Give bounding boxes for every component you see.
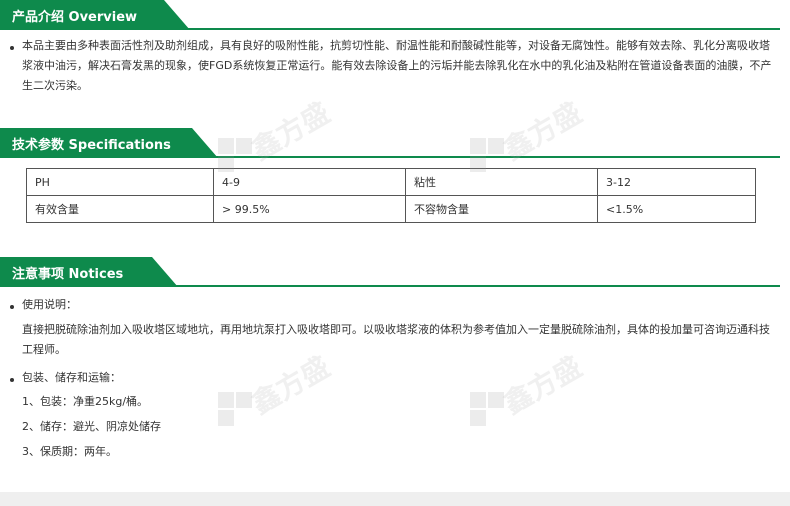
- spec-value: > 99.5%: [213, 195, 406, 223]
- specifications-table: PH 4-9 粘性 3-12 有效含量 > 99.5% 不容物含量 <1.5%: [26, 168, 756, 223]
- spec-label: 有效含量: [26, 195, 214, 223]
- spec-label: 不容物含量: [405, 195, 598, 223]
- notices-title: 注意事项 Notices: [12, 267, 124, 282]
- overview-title: 产品介绍 Overview: [12, 10, 138, 25]
- table-row: 有效含量 > 99.5% 不容物含量 <1.5%: [26, 195, 756, 223]
- specifications-header: 技术参数 Specifications: [0, 128, 780, 158]
- bullet-icon: [10, 378, 14, 382]
- storage-item: 2、储存：避光、阴凉处储存: [22, 420, 161, 433]
- bullet-icon: [10, 305, 14, 309]
- overview-header: 产品介绍 Overview: [0, 0, 780, 30]
- bullet-icon: [10, 46, 14, 50]
- overview-text: 本品主要由多种表面活性剂及助剂组成，具有良好的吸附性能，抗剪切性能、耐温性能和耐…: [22, 39, 772, 92]
- storage-heading: 包装、储存和运输：: [22, 371, 121, 384]
- spec-label: PH: [26, 168, 214, 196]
- storage-item: 3、保质期：两年。: [22, 445, 117, 458]
- specifications-title: 技术参数 Specifications: [12, 138, 171, 153]
- storage-item: 1、包装：净重25kg/桶。: [22, 395, 149, 408]
- overview-divider: [0, 28, 780, 30]
- footer-strip: [0, 492, 790, 506]
- table-row: PH 4-9 粘性 3-12: [26, 168, 756, 196]
- specifications-divider: [0, 156, 780, 158]
- notices-divider: [0, 285, 780, 287]
- usage-heading: 使用说明：: [22, 298, 77, 311]
- usage-text: 直接把脱硫除油剂加入吸收塔区域地坑，再用地坑泵打入吸收塔即可。以吸收塔浆液的体积…: [22, 323, 770, 356]
- notices-header: 注意事项 Notices: [0, 257, 780, 287]
- spec-value: 3-12: [597, 168, 756, 196]
- spec-value: <1.5%: [597, 195, 756, 223]
